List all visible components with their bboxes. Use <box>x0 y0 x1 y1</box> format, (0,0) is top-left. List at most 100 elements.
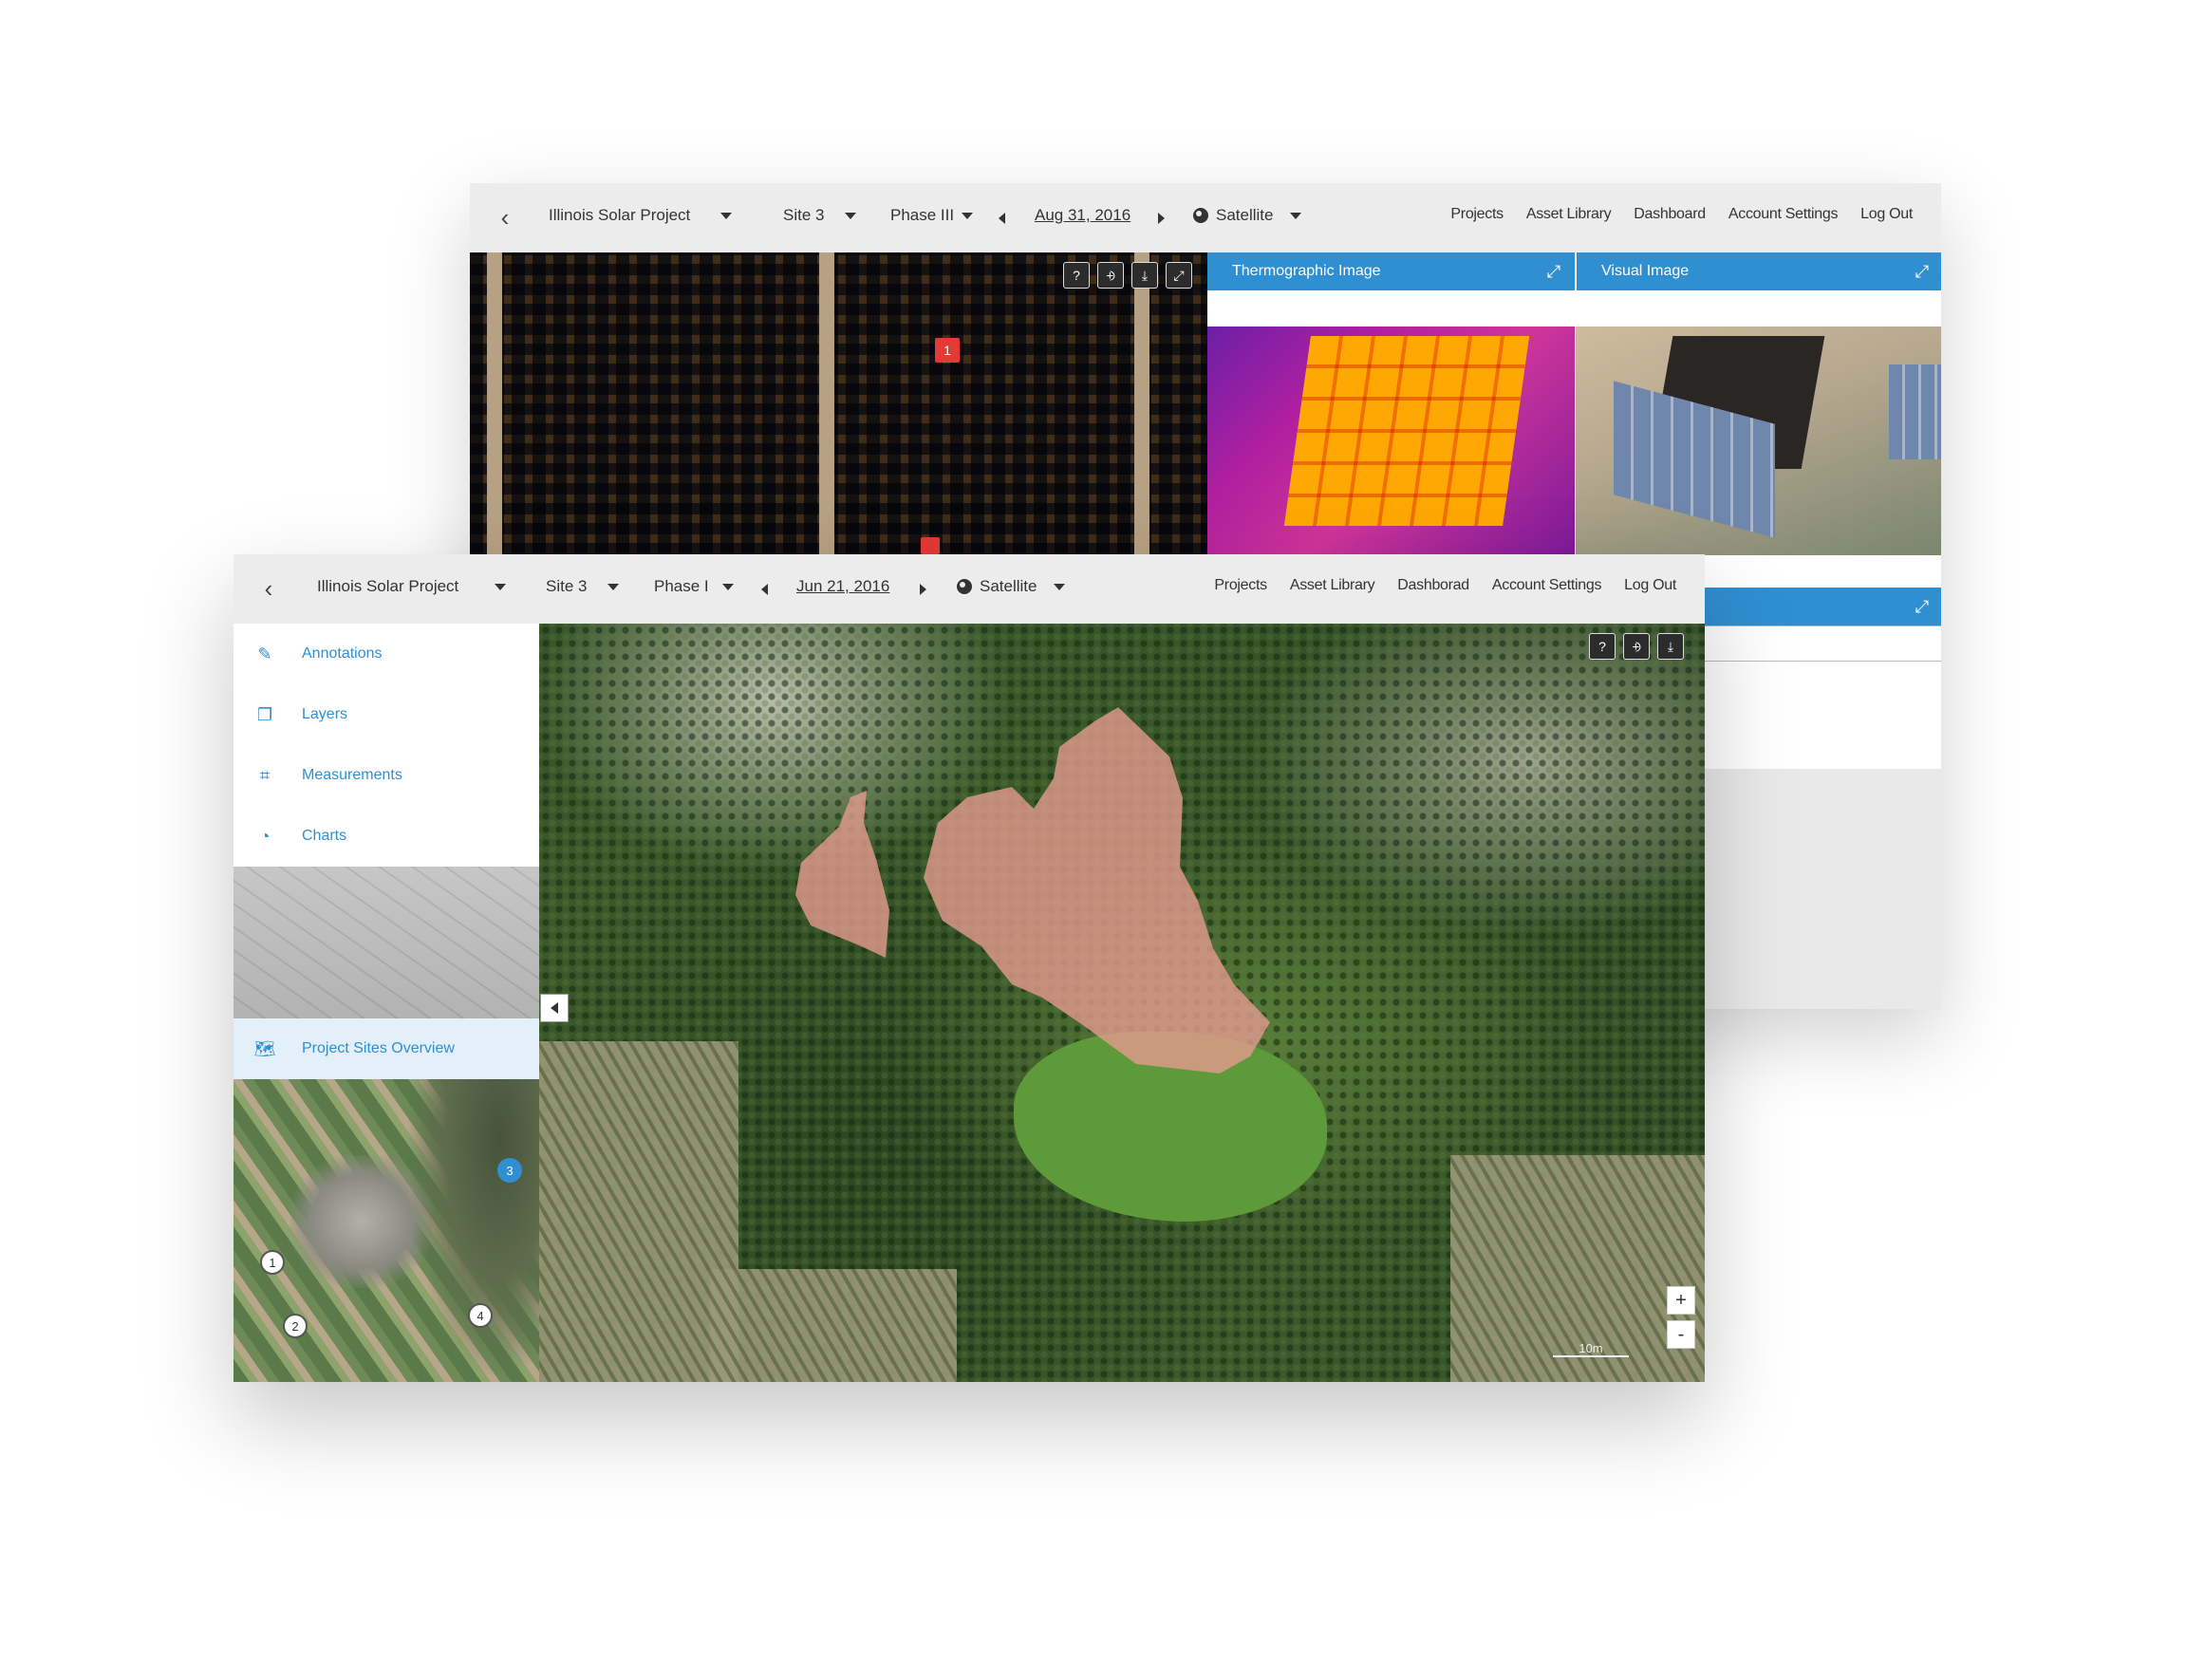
basemap-select[interactable]: Satellite <box>957 577 1066 596</box>
annotation-overlay <box>795 707 1270 1073</box>
chevron-down-icon <box>1290 212 1302 219</box>
chevron-down-icon <box>495 583 507 590</box>
visual-image[interactable] <box>1576 327 1941 555</box>
solar-farm-map[interactable]: 1 ? ⨮ ⤓ ⤢ <box>470 252 1207 554</box>
nav-log-out[interactable]: Log Out <box>1624 577 1676 594</box>
nav-dashboard[interactable]: Dashboard <box>1634 206 1706 223</box>
annotated-area-left <box>795 791 889 958</box>
chevron-down-icon <box>720 212 733 219</box>
project-sites-overview-map[interactable]: 1 2 3 4 <box>234 1079 539 1382</box>
globe-icon <box>957 579 972 594</box>
sidebar-item-charts[interactable]: ◔ Charts <box>234 806 539 867</box>
phase-select[interactable]: Phase III <box>890 206 974 225</box>
layer-thumbnail[interactable] <box>234 867 539 1018</box>
site-select-label: Site 3 <box>546 577 588 595</box>
panel-spacer <box>1207 290 1941 327</box>
nav-asset-library[interactable]: Asset Library <box>1290 577 1375 594</box>
sidebar-item-label: Annotations <box>302 645 383 662</box>
thermographic-panel-header: Thermographic Image ⤢ <box>1207 252 1575 290</box>
share-icon[interactable]: ⨮ <box>1623 633 1650 660</box>
download-icon[interactable]: ⤓ <box>1131 262 1158 289</box>
collapse-sidebar-button[interactable] <box>540 994 569 1022</box>
download-icon[interactable]: ⤓ <box>1657 633 1684 660</box>
expand-icon[interactable]: ⤢ <box>1913 597 1932 616</box>
site-pin-4[interactable]: 4 <box>468 1303 493 1328</box>
fullscreen-icon[interactable]: ⤢ <box>1166 262 1192 289</box>
nav-asset-library[interactable]: Asset Library <box>1526 206 1612 223</box>
sidebar-item-project-sites-overview[interactable]: 🗺 Project Sites Overview <box>234 1018 539 1079</box>
date-picker[interactable]: Aug 31, 2016 <box>1035 206 1130 225</box>
top-nav: Projects Asset Library Dashboard Account… <box>1450 206 1913 223</box>
project-select-label: Illinois Solar Project <box>317 577 459 595</box>
help-icon[interactable]: ? <box>1063 262 1090 289</box>
lower-panel-header: ⤢ <box>1704 588 1941 625</box>
back-topbar: ‹ Illinois Solar Project Site 3 Phase II… <box>470 183 1941 252</box>
thermographic-image[interactable] <box>1207 327 1575 555</box>
annotation-marker[interactable]: 1 <box>935 338 960 363</box>
visual-panel-header: Visual Image ⤢ <box>1576 252 1941 290</box>
map-icon: 🗺 <box>253 1038 276 1058</box>
basemap-label: Satellite <box>1216 206 1274 224</box>
main-satellite-map[interactable]: ? ⨮ ⤓ + - 10m <box>539 624 1705 1382</box>
sidebar-item-label: Layers <box>302 706 348 722</box>
next-date-icon[interactable] <box>920 584 926 595</box>
next-date-icon[interactable] <box>1158 213 1165 224</box>
nav-projects[interactable]: Projects <box>1450 206 1504 223</box>
help-icon[interactable]: ? <box>1589 633 1616 660</box>
visual-panel-array <box>1889 364 1941 459</box>
chevron-down-icon <box>962 212 974 219</box>
map-toolbar: ? ⨮ ⤓ ⤢ <box>1063 262 1192 289</box>
edit-icon: ✎ <box>257 644 272 663</box>
chevron-down-icon <box>845 212 857 219</box>
sidebar-item-annotations[interactable]: ✎ Annotations <box>234 624 539 684</box>
back-arrow-icon[interactable]: ‹ <box>491 202 519 233</box>
map-road <box>1134 252 1149 554</box>
map-toolbar: ? ⨮ ⤓ <box>1589 633 1684 660</box>
project-select[interactable]: Illinois Solar Project <box>549 206 733 225</box>
prev-date-icon[interactable] <box>999 213 1005 224</box>
sidebar-item-measurements[interactable]: ⌗ Measurements <box>234 745 539 806</box>
date-picker[interactable]: Jun 21, 2016 <box>796 577 889 596</box>
prev-date-icon[interactable] <box>761 584 768 595</box>
expand-icon[interactable]: ⤢ <box>1913 262 1932 281</box>
annotation-marker-partial[interactable] <box>921 537 940 554</box>
sidebar-item-label: Charts <box>302 828 347 844</box>
basemap-label: Satellite <box>980 577 1037 595</box>
nav-account-settings[interactable]: Account Settings <box>1492 577 1602 594</box>
nav-dashboard[interactable]: Dashborad <box>1397 577 1469 594</box>
share-icon[interactable]: ⨮ <box>1097 262 1124 289</box>
zoom-out-button[interactable]: - <box>1667 1320 1695 1349</box>
sidebar-item-label: Measurements <box>302 767 402 783</box>
layers-icon: ❐ <box>256 704 273 724</box>
basemap-select[interactable]: Satellite <box>1193 206 1302 225</box>
nav-log-out[interactable]: Log Out <box>1860 206 1913 223</box>
back-arrow-icon[interactable]: ‹ <box>254 573 283 605</box>
site-select-label: Site 3 <box>783 206 825 224</box>
sidebar: ✎ Annotations ❐ Layers ⌗ Measurements ◔ … <box>234 624 539 1382</box>
project-select[interactable]: Illinois Solar Project <box>317 577 507 596</box>
lower-panel-body <box>1704 625 1941 662</box>
nav-projects[interactable]: Projects <box>1214 577 1267 594</box>
chevron-down-icon <box>1054 583 1066 590</box>
site-pin-1[interactable]: 1 <box>260 1250 285 1275</box>
site-select[interactable]: Site 3 <box>546 577 620 596</box>
sidebar-item-label: Project Sites Overview <box>302 1040 455 1056</box>
visual-title: Visual Image <box>1601 263 1690 279</box>
phase-select[interactable]: Phase I <box>654 577 734 596</box>
thermal-panel-grid <box>1283 336 1530 526</box>
expand-icon[interactable]: ⤢ <box>1544 262 1563 281</box>
sidebar-item-layers[interactable]: ❐ Layers <box>234 684 539 745</box>
site-pin-2[interactable]: 2 <box>283 1314 308 1338</box>
map-road <box>819 252 834 554</box>
site-pin-3[interactable]: 3 <box>497 1158 522 1183</box>
map-road <box>487 252 502 554</box>
chevron-down-icon <box>721 583 734 590</box>
nav-account-settings[interactable]: Account Settings <box>1728 206 1839 223</box>
site-select[interactable]: Site 3 <box>783 206 857 225</box>
zoom-in-button[interactable]: + <box>1667 1286 1695 1315</box>
chevron-down-icon <box>607 583 620 590</box>
hill-area <box>406 1079 539 1382</box>
front-topbar: ‹ Illinois Solar Project Site 3 Phase I … <box>234 554 1705 624</box>
annotated-area-main <box>924 707 1270 1073</box>
top-nav: Projects Asset Library Dashborad Account… <box>1214 577 1676 594</box>
